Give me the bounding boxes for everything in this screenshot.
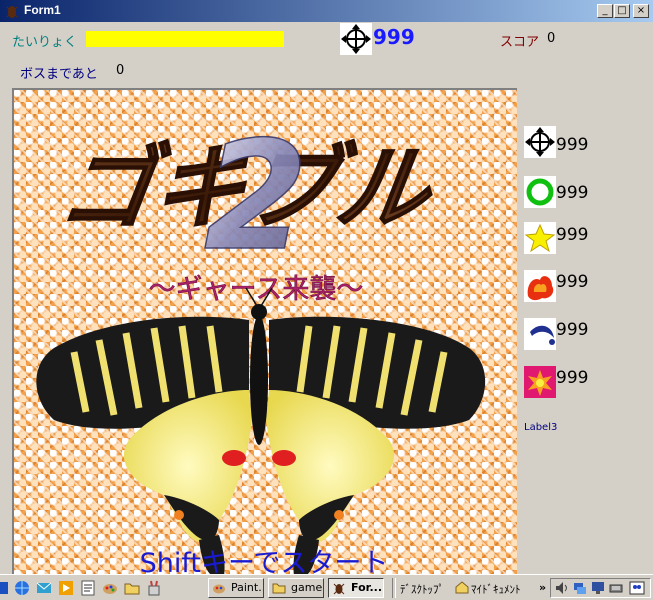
form-client-area: たいりょく 999 スコア 0 ボスまであと 0 ゴキブル 2 ～ギャース来襲～…	[0, 22, 653, 576]
start-prompt: Shiftキーでスタート	[140, 548, 389, 576]
side-label: Label3	[524, 422, 558, 433]
mail-icon[interactable]	[36, 580, 52, 596]
maximize-button[interactable]: □	[614, 4, 630, 18]
folder-icon[interactable]	[124, 580, 140, 596]
taskbar-button-form1[interactable]: For...	[328, 578, 384, 598]
notepad-icon[interactable]	[80, 580, 96, 596]
cockroach-app-icon	[333, 583, 345, 595]
taskbar-button-label: game	[291, 581, 323, 594]
crosshair-icon	[340, 23, 372, 55]
system-tray	[550, 578, 651, 598]
game-title-numeral: 2	[204, 110, 308, 284]
red-burst-icon	[524, 366, 556, 398]
windows-taskbar: Paint... game For... ﾃﾞｽｸﾄｯﾌﾟ ﾏｲﾄﾞｷｭﾒﾝﾄ …	[0, 574, 653, 600]
boss-label: ボスまであと	[20, 67, 98, 82]
monitor-icon[interactable]	[591, 581, 605, 595]
start-button-edge[interactable]	[0, 580, 10, 596]
volume-icon[interactable]	[555, 581, 569, 595]
brush-tool-icon[interactable]	[146, 580, 162, 596]
item-count-burst: 999	[556, 368, 589, 388]
item-count-ring: 999	[556, 183, 589, 203]
taskbar-button-paint[interactable]: Paint...	[208, 578, 264, 598]
stamina-bar	[86, 31, 284, 47]
my-documents-toolbar-label[interactable]: ﾏｲﾄﾞｷｭﾒﾝﾄ	[471, 581, 521, 597]
score-value: 0	[547, 31, 556, 46]
blue-boomerang-icon	[524, 318, 556, 350]
green-ring-icon	[524, 176, 556, 208]
browser-globe-icon[interactable]	[14, 580, 30, 596]
ime-status-icon[interactable]	[629, 581, 645, 595]
title-artwork: ゴキブル 2 ～ギャース来襲～ Shiftキーでスタート	[36, 109, 486, 576]
desktop-toolbar-label[interactable]: ﾃﾞｽｸﾄｯﾌﾟ	[400, 581, 444, 597]
fire-splash-icon	[524, 270, 556, 302]
boss-value: 0	[116, 63, 125, 78]
score-label: スコア	[500, 35, 540, 50]
network-icon[interactable]	[573, 581, 587, 595]
taskbar-button-label: Paint...	[231, 581, 263, 594]
swallowtail-butterfly	[36, 287, 486, 576]
crosshair-count: 999	[373, 25, 415, 49]
media-player-icon[interactable]	[58, 580, 74, 596]
paint-palette-icon	[213, 584, 225, 594]
move-crosshair-icon	[524, 126, 556, 158]
item-count-fire: 999	[556, 272, 589, 292]
folder-icon	[272, 583, 286, 594]
taskbar-button-label: For...	[351, 581, 383, 594]
home-folder-icon	[455, 581, 469, 594]
toolbar-chevron[interactable]: »	[539, 581, 546, 594]
window-title: Form1	[24, 3, 61, 17]
taskbar-button-game[interactable]: game	[268, 578, 324, 598]
taskbar-separator	[392, 578, 396, 598]
keyboard-icon[interactable]	[609, 581, 623, 595]
paint-icon[interactable]	[102, 580, 118, 596]
stamina-label: たいりょく	[12, 35, 78, 50]
window-titlebar[interactable]: Form1 _ □ ×	[0, 0, 653, 22]
game-subtitle: ～ギャース来襲～	[149, 274, 364, 305]
app-icon	[6, 6, 18, 18]
game-screen[interactable]: ゴキブル 2 ～ギャース来襲～ Shiftキーでスタート	[12, 88, 517, 576]
item-count-crosshair: 999	[556, 135, 589, 155]
close-button[interactable]: ×	[633, 4, 649, 18]
item-count-boomerang: 999	[556, 320, 589, 340]
yellow-star-icon	[524, 222, 556, 254]
item-count-star: 999	[556, 225, 589, 245]
minimize-button[interactable]: _	[597, 4, 613, 18]
